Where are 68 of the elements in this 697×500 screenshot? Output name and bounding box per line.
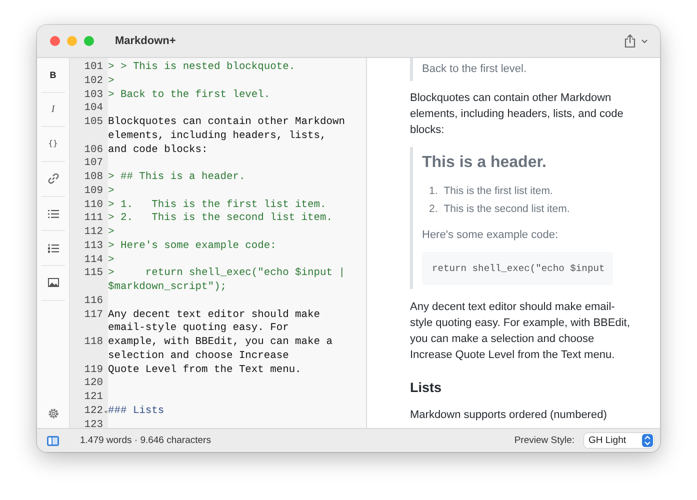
share-icon[interactable]	[624, 34, 636, 48]
line-number: 121	[84, 391, 103, 405]
paragraph: Markdown supports ordered (numbered)	[410, 408, 608, 423]
bulleted-list-icon[interactable]	[48, 210, 58, 218]
paragraph: Any decent text editor should make email-style quoting easy. For example, with BBEdit, you can make a selection and choose Increase Quote Level from the Text menu.	[410, 300, 630, 363]
preview-style-label: Preview Style:	[514, 435, 574, 446]
paragraph: Blockquotes can contain other Markdown elements, including headers, lists, and code blocks:	[410, 91, 624, 138]
code-block: return shell_exec("echo $input	[422, 252, 613, 285]
preview-style-select[interactable]: GH Light	[584, 433, 654, 448]
line-number: 112	[84, 226, 103, 240]
line-number: 122	[84, 404, 103, 418]
code-line: ### Lists	[108, 404, 164, 418]
chevron-down-icon[interactable]	[641, 38, 648, 44]
line-number: 110	[84, 198, 103, 212]
code-button[interactable]: {}	[46, 137, 60, 152]
code-line: > return shell_exec("echo $input | $markdown_script");	[108, 267, 346, 295]
code-line: and code blocks:	[108, 144, 208, 158]
line-number: 117	[84, 308, 103, 322]
line-number: 104	[84, 102, 103, 116]
settings-icon[interactable]	[48, 408, 58, 418]
line-number: 101	[84, 61, 103, 75]
code-line: Quote Level from the Text menu.	[108, 364, 302, 378]
line-number: 109	[84, 184, 103, 198]
line-number: 105	[84, 116, 103, 130]
code-line: >	[108, 226, 114, 240]
close-button[interactable]	[50, 36, 60, 46]
sidebar-toggle-icon[interactable]	[47, 436, 59, 446]
window-title: Markdown+	[115, 35, 176, 47]
code-line: >	[108, 254, 114, 268]
line-number: 103	[84, 88, 103, 102]
numbered-list-icon[interactable]	[48, 244, 58, 253]
code-line: > ## This is a header.	[108, 171, 246, 185]
bold-button[interactable]: B	[48, 68, 58, 81]
code-line: >	[108, 184, 114, 198]
code-line: > 2. This is the second list item.	[108, 212, 332, 226]
line-number: 106	[84, 144, 103, 158]
heading: This is a header.	[422, 153, 548, 173]
line-number: 108	[84, 171, 103, 185]
heading: Lists	[410, 379, 443, 397]
paragraph: Back to the first level.	[422, 62, 528, 77]
code-line: > Here's some example code:	[108, 240, 276, 254]
list-item: This is the first list item.	[444, 184, 553, 199]
line-number: 107	[84, 157, 103, 171]
list-number: 1.	[429, 184, 438, 199]
line-number: 113	[84, 240, 103, 254]
code-line: > 1. This is the first list item.	[108, 198, 326, 212]
line-number: 119	[84, 364, 103, 378]
code-line: > Back to the first level.	[108, 88, 270, 102]
line-number: 123	[84, 418, 103, 428]
italic-button[interactable]: I	[49, 104, 57, 116]
list-item: This is the second list item.	[444, 202, 570, 217]
line-number: 102	[84, 74, 103, 88]
code-line: example, with BBEdit, you can make a selection and choose Increase	[108, 336, 334, 364]
list-number: 2.	[429, 202, 438, 217]
code-line: > > This is nested blockquote.	[108, 61, 296, 75]
word-count: 1.479 words · 9.646 characters	[80, 435, 211, 446]
image-icon[interactable]	[48, 278, 58, 288]
line-number: 120	[84, 377, 103, 391]
link-icon[interactable]	[48, 173, 58, 184]
line-number: 118	[84, 336, 103, 350]
paragraph: Here's some example code:	[422, 228, 559, 243]
code-line: >	[108, 74, 114, 88]
editor-pane[interactable]	[70, 58, 367, 428]
stepper-icon[interactable]	[642, 434, 653, 447]
line-number: 116	[84, 294, 103, 308]
line-number: 115	[84, 267, 103, 281]
line-number: 111	[84, 212, 103, 226]
line-number: 114	[84, 254, 103, 268]
